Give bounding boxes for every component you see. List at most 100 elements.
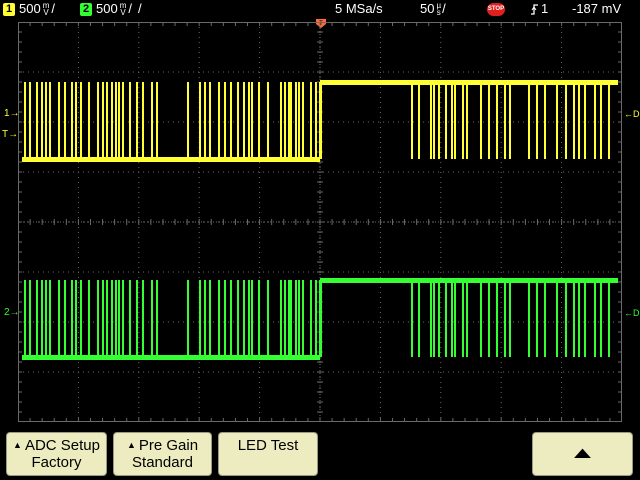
trigger-level[interactable]: -187 mV — [572, 0, 621, 18]
timebase-slash-icon: / — [442, 1, 446, 16]
trace-pulse — [88, 82, 90, 159]
trace-pulse — [411, 82, 413, 159]
trace-pulse — [433, 82, 435, 159]
trace-pulse — [488, 280, 490, 357]
trace-pulse — [218, 280, 220, 357]
trace-pulse — [209, 280, 211, 357]
trace-pulse — [584, 82, 586, 159]
up-arrow-icon: ▲ — [568, 445, 597, 462]
trace-pulse — [58, 280, 60, 357]
trace-pulse — [430, 280, 432, 357]
trace-pulse — [258, 82, 260, 159]
trace-pulse — [199, 280, 201, 357]
trace-pulse — [49, 82, 51, 159]
channel2-scale[interactable]: 2 500 mV / / — [80, 0, 142, 18]
trace-pulse — [248, 280, 250, 357]
trace-pulse — [462, 280, 464, 357]
trace-pulse — [288, 82, 290, 159]
trace-pulse — [302, 280, 304, 357]
trace-pulse — [295, 280, 297, 357]
trace-pulse — [129, 82, 131, 159]
channel2-trace-icon: / — [138, 1, 142, 16]
trace-pulse — [528, 280, 530, 357]
triangle-up-icon: ▲ — [13, 440, 22, 450]
trace-pulse — [454, 280, 456, 357]
trace-pulse — [129, 280, 131, 357]
timebase[interactable]: 50 µs / — [420, 0, 446, 18]
trace-pulse — [315, 280, 317, 357]
led-test-button[interactable]: LED Test — [218, 432, 318, 476]
softkey-bar: ▲ ADC Setup Factory ▲ Pre Gain Standard LE… — [0, 424, 640, 480]
trace-pulse — [102, 82, 104, 159]
stop-icon: STOP — [487, 2, 505, 16]
timebase-unit: µs — [436, 1, 442, 17]
channel1-scale[interactable]: 1 500 mV / — [3, 0, 55, 18]
trace-pulse — [315, 82, 317, 159]
waveform-display[interactable]: T 1→ T→ 2→ ←DC ←DC — [0, 18, 640, 424]
channel2-ground-marker[interactable]: 2→ — [4, 308, 20, 318]
trace-pulse — [156, 82, 158, 159]
trace-pulse — [584, 280, 586, 357]
trace-pulse — [36, 82, 38, 159]
trace-pulse — [58, 82, 60, 159]
trace-pulse — [466, 280, 468, 357]
trigger-edge-icon — [531, 3, 538, 15]
trace-pulse — [204, 280, 206, 357]
trace-pulse — [75, 82, 77, 159]
sample-rate: 5 MSa/s — [335, 1, 383, 16]
channel1-badge: 1 — [3, 2, 15, 16]
trace-pulse — [136, 280, 138, 357]
return-up-button[interactable]: ▲ — [532, 432, 633, 476]
trace-pulse — [544, 82, 546, 159]
trace-pulse — [565, 82, 567, 159]
trace-pulse — [136, 82, 138, 159]
trace-pulse — [578, 280, 580, 357]
trace-pulse — [29, 82, 31, 159]
channel1-slash-icon: / — [51, 1, 55, 16]
trace-pulse — [438, 280, 440, 357]
trace-pulse — [111, 82, 113, 159]
trace-pulse — [433, 280, 435, 357]
trace-pulse — [451, 280, 453, 357]
trace-pulse — [504, 280, 506, 357]
trace-pulse — [528, 82, 530, 159]
trace-pulse — [496, 280, 498, 357]
trace-pulse — [248, 82, 250, 159]
trace-edge — [319, 280, 322, 357]
trace-pulse — [509, 82, 511, 159]
trace-pulse — [209, 82, 211, 159]
trace-pulse — [45, 280, 47, 357]
trace-pulse — [142, 280, 144, 357]
trace-pulse — [151, 82, 153, 159]
trace-pulse — [97, 82, 99, 159]
timebase-value: 50 — [420, 1, 435, 16]
run-stop-indicator[interactable]: STOP — [487, 0, 505, 18]
adc-setup-button[interactable]: ▲ ADC Setup Factory — [6, 432, 107, 476]
triangle-up-icon: ▲ — [126, 440, 136, 450]
trace-pulse — [298, 82, 300, 159]
trace-low-level — [22, 355, 320, 360]
channel1-ground-marker[interactable]: 1→ — [4, 109, 20, 119]
pre-gain-button[interactable]: ▲ Pre Gain Standard — [113, 432, 212, 476]
trace-pulse — [64, 280, 66, 357]
trace-pulse — [295, 82, 297, 159]
trace-pulse — [80, 280, 82, 357]
trace-pulse — [187, 280, 189, 357]
trace-pulse — [199, 82, 201, 159]
trace-pulse — [608, 82, 610, 159]
trace-pulse — [267, 82, 269, 159]
trace-pulse — [142, 82, 144, 159]
trace-pulse — [187, 82, 189, 159]
trace-pulse — [243, 82, 245, 159]
trace-pulse — [445, 82, 447, 159]
trace-pulse — [418, 280, 420, 357]
trace-pulse — [224, 82, 226, 159]
trace-pulse — [115, 280, 117, 357]
trace-pulse — [115, 82, 117, 159]
trace-pulse — [230, 280, 232, 357]
trigger-level-marker[interactable]: T→ — [2, 130, 18, 140]
trace-pulse — [418, 82, 420, 159]
trigger-source[interactable]: 1 — [530, 0, 548, 18]
channel2-scale-value: 500 — [96, 1, 118, 16]
trace-pulse — [454, 82, 456, 159]
